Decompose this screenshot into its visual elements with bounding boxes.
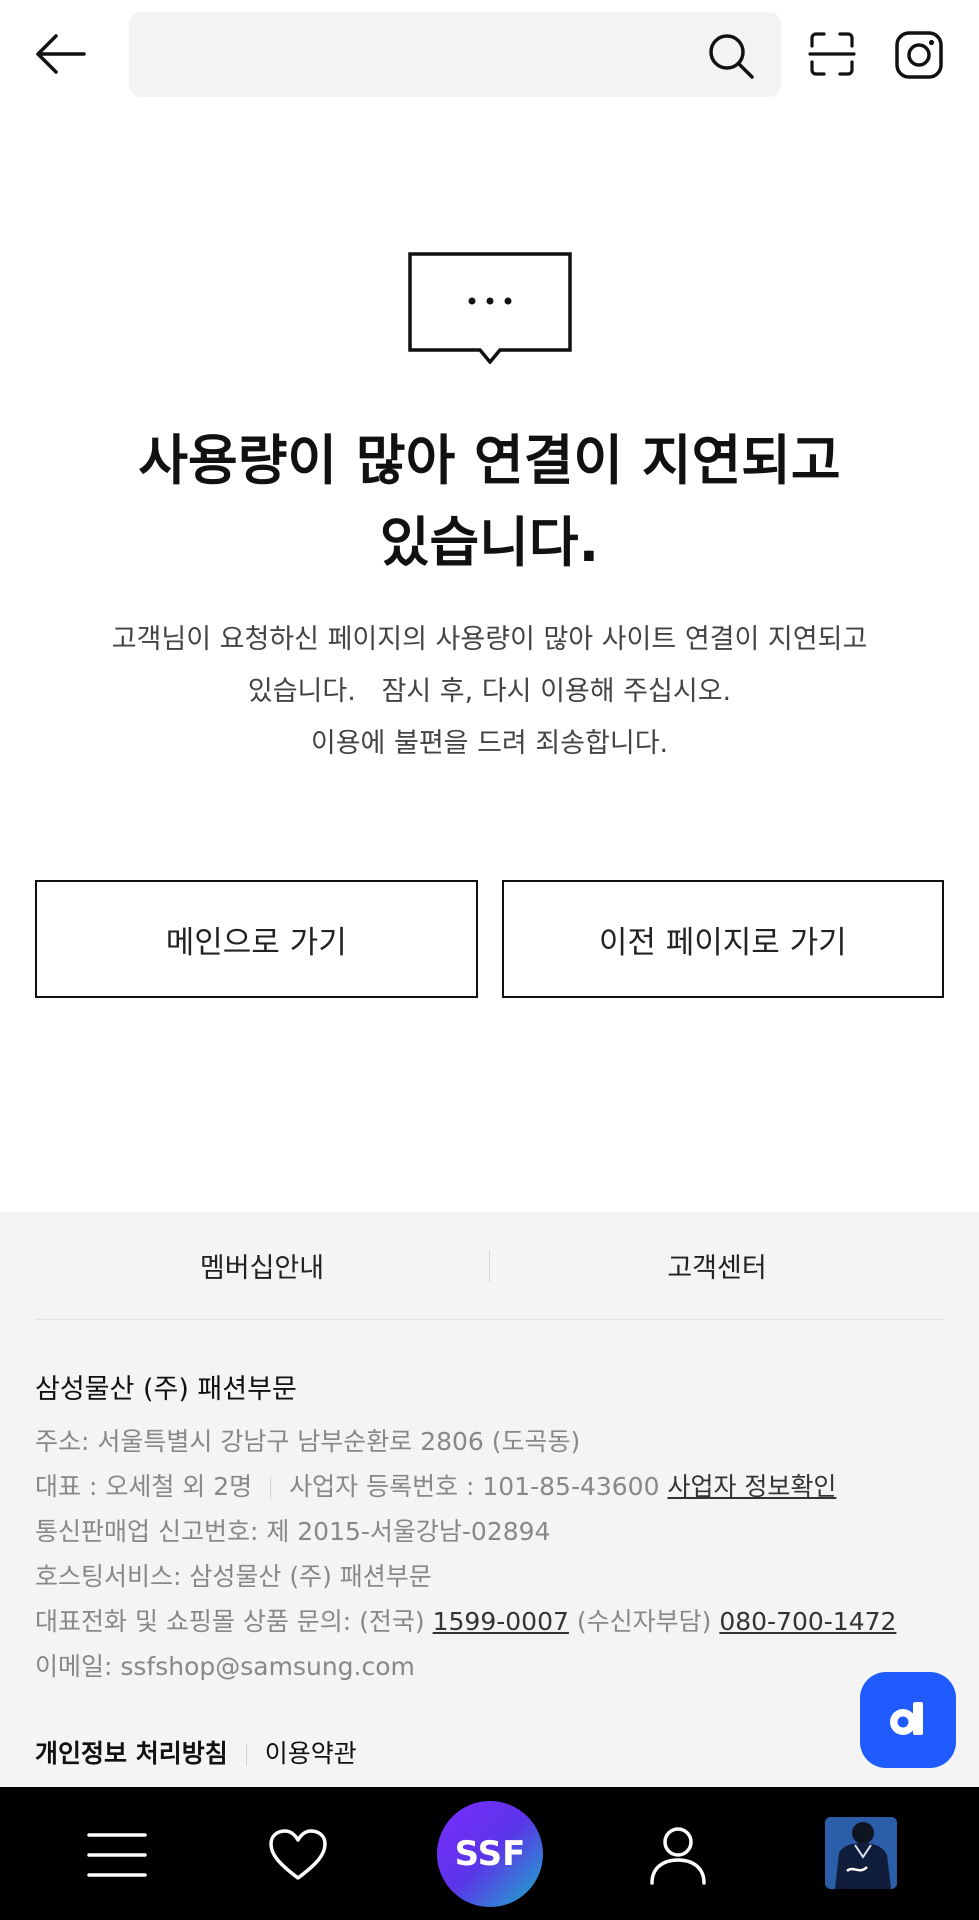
error-desc-line2: 있습니다. 잠시 후, 다시 이용해 주십시오. <box>247 676 732 707</box>
heart-icon <box>269 1829 327 1880</box>
business-number-text: 사업자 등록번호 : 101-85-43600 <box>289 1472 660 1501</box>
business-info-check-link[interactable]: 사업자 정보확인 <box>667 1472 836 1501</box>
company-name: 삼성물산 (주) 패션부문 <box>35 1374 297 1405</box>
footer-links: 멤버십안내 고객센터 <box>35 1212 944 1320</box>
email-text: 이메일: ssfshop@samsung.com <box>35 1652 415 1681</box>
hamburger-menu-icon <box>87 1833 147 1877</box>
ssf-home-button[interactable]: SSF <box>437 1801 543 1907</box>
footer: 멤버십안내 고객센터 삼성물산 (주) 패션부문 주소: 서울특별시 강남구 남… <box>0 1212 979 1787</box>
bottom-navigation: SSF <box>0 1787 979 1920</box>
phone-link-2[interactable]: 080-700-1472 <box>719 1607 896 1636</box>
terms-link[interactable]: 이용약관 <box>265 1739 357 1768</box>
phone-link-1[interactable]: 1599-0007 <box>433 1607 569 1636</box>
address-text: 주소: 서울특별시 강남구 남부순환로 2806 (도곡동) <box>35 1427 581 1456</box>
scan-icon[interactable] <box>808 30 856 78</box>
search-icon[interactable] <box>707 32 755 80</box>
error-title-line2: 있습니다. <box>379 511 600 574</box>
error-desc-line3: 이용에 불편을 드려 죄송합니다. <box>310 728 669 759</box>
hosting-text: 호스팅서비스: 삼성물산 (주) 패션부문 <box>35 1562 432 1591</box>
back-button[interactable] <box>30 28 90 80</box>
lions-jersey-image <box>825 1817 897 1889</box>
my-page-button[interactable] <box>638 1815 718 1895</box>
policy-links: 개인정보 처리방침 이용약관 <box>35 1734 357 1770</box>
instagram-icon[interactable] <box>894 30 944 80</box>
recent-view-thumbnail[interactable] <box>825 1817 897 1889</box>
wishlist-button[interactable] <box>258 1815 338 1895</box>
mail-order-text: 통신판매업 신고번호: 제 2015-서울강남-02894 <box>35 1517 551 1546</box>
top-header <box>0 0 979 110</box>
error-desc-line1: 고객님이 요청하신 페이지의 사용량이 많아 사이트 연결이 지연되고 <box>111 624 868 655</box>
phone-info-line: 대표전화 및 쇼핑몰 상품 문의: (전국) 1599-0007 (수신자부담)… <box>35 1602 896 1638</box>
menu-button[interactable] <box>77 1815 157 1895</box>
phone-label: 대표전화 및 쇼핑몰 상품 문의: (전국) <box>35 1607 425 1636</box>
action-buttons: 메인으로 가기 이전 페이지로 가기 <box>35 880 944 998</box>
go-main-button[interactable]: 메인으로 가기 <box>35 880 478 998</box>
phone-free-label: (수신자부담) <box>576 1607 712 1636</box>
floating-d-button[interactable] <box>860 1672 956 1768</box>
error-description: 고객님이 요청하신 페이지의 사용량이 많아 사이트 연결이 지연되고 있습니다… <box>60 614 919 770</box>
search-bar[interactable] <box>129 12 781 97</box>
d-logo-icon <box>890 1702 923 1735</box>
divider <box>270 1477 272 1499</box>
back-arrow-icon <box>36 34 86 74</box>
privacy-policy-link[interactable]: 개인정보 처리방침 <box>35 1739 228 1768</box>
speech-bubble-icon <box>408 252 572 364</box>
search-input[interactable] <box>149 12 689 97</box>
error-title: 사용량이 많아 연결이 지연되고 있습니다. <box>60 420 919 584</box>
ceo-text: 대표 : 오세철 외 2명 <box>35 1472 253 1501</box>
user-icon <box>650 1827 706 1885</box>
error-title-line1: 사용량이 많아 연결이 지연되고 <box>138 429 841 492</box>
membership-link[interactable]: 멤버십안내 <box>35 1212 489 1319</box>
go-previous-page-button[interactable]: 이전 페이지로 가기 <box>501 880 944 998</box>
business-info-line: 대표 : 오세철 외 2명 사업자 등록번호 : 101-85-43600 사업자… <box>35 1467 836 1503</box>
divider <box>245 1744 247 1766</box>
customer-center-link[interactable]: 고객센터 <box>490 1212 944 1319</box>
